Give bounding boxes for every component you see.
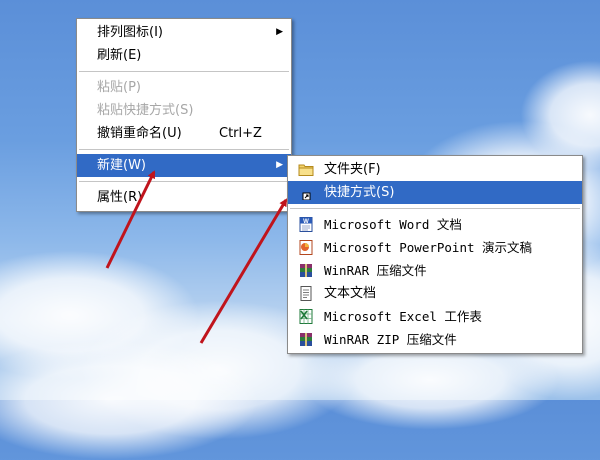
annotation-arrow-new [105,170,156,269]
annotation-arrows [105,170,288,344]
annotation-arrow-shortcut [199,198,288,344]
